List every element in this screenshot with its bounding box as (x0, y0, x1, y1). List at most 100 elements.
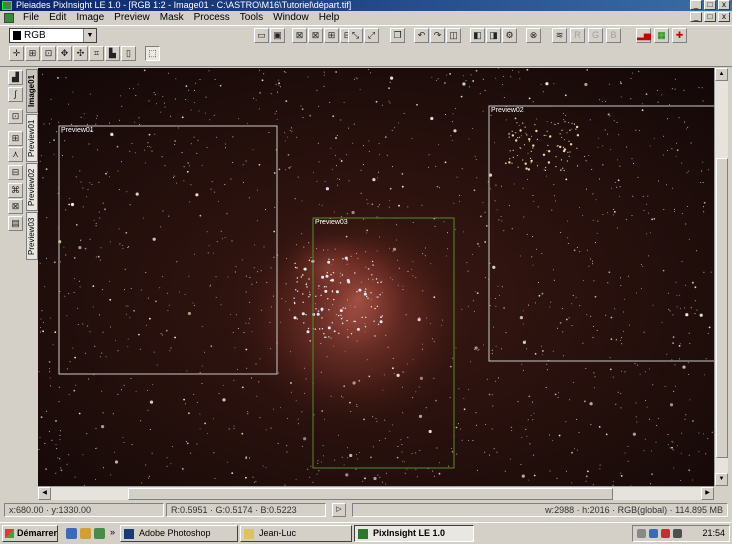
network-icon[interactable] (637, 529, 646, 538)
mask-settings-icon[interactable]: ⚙ (502, 28, 517, 43)
minimize-button[interactable]: _ (690, 0, 702, 10)
chevron-down-icon[interactable]: ▼ (83, 29, 96, 42)
mask-invert-icon[interactable]: ◨ (486, 28, 501, 43)
vertical-scroll-thumb[interactable] (716, 158, 728, 458)
script-tool-icon[interactable]: ▤ (8, 216, 23, 231)
main-toolbar: RGB ▼ ✛ ⊞ ⊡ ✥ ✣ ⌗ ▙ ▯ ⬚ ▭ ▣ ⊠ ⊠ ⊞ ⊟ ⤡ ⤢ … (0, 25, 732, 67)
windows-logo-icon (5, 529, 14, 538)
filter-tool-icon[interactable]: ⊠ (8, 199, 23, 214)
menu-help[interactable]: Help (314, 11, 345, 25)
color-calibration-icon[interactable]: ✚ (672, 28, 687, 43)
media-icon[interactable] (80, 528, 91, 539)
task-pixinsight-label: PixInsight LE 1.0 (373, 528, 446, 538)
image-info: w:2988 · h:2016 · RGB(global) · 114.895 … (352, 503, 728, 517)
status-bar: x:680.00 · y:1330.00 R:0.5951 · G:0.5174… (0, 500, 732, 520)
readout-play-icon[interactable]: ▷ (332, 503, 346, 517)
scroll-up-icon[interactable]: ▲ (715, 68, 728, 81)
tab-preview01[interactable]: Preview01 (26, 114, 38, 162)
doc-close-button[interactable]: x (718, 12, 730, 22)
quicklaunch-more-icon[interactable]: » (110, 527, 115, 537)
tab-preview02[interactable]: Preview02 (26, 163, 38, 211)
clock: 21:54 (702, 528, 725, 538)
history-icon[interactable]: ◫ (446, 28, 461, 43)
taskbar: Démarrer » Adobe Photoshop Jean-Luc PixI… (0, 522, 732, 544)
doc-restore-button[interactable]: □ (704, 12, 716, 22)
shield-icon[interactable] (649, 529, 658, 538)
curves-tool-icon[interactable]: ∫ (8, 87, 23, 102)
page-tool-icon[interactable]: ▯ (121, 46, 136, 61)
color-space-value: RGB (24, 30, 46, 41)
wavelet-tool-icon[interactable]: ⌘ (8, 183, 23, 198)
channel-r-toggle[interactable]: R (570, 28, 585, 43)
rotate-tool-icon[interactable]: ✣ (73, 46, 88, 61)
menu-process[interactable]: Process (189, 11, 235, 25)
full-view-icon[interactable]: ⤢ (364, 28, 379, 43)
menu-tools[interactable]: Tools (235, 11, 268, 25)
preview-select-tool-icon[interactable]: ⬚ (145, 46, 160, 61)
histogram-tool-icon[interactable]: ▟ (8, 70, 23, 85)
menu-image[interactable]: Image (71, 11, 109, 25)
crop-tool-icon[interactable]: ⌗ (89, 46, 104, 61)
levels-tool-icon[interactable]: ▙ (105, 46, 120, 61)
tab-preview03[interactable]: Preview03 (26, 212, 38, 260)
desktop-icon[interactable] (94, 528, 105, 539)
task-photoshop[interactable]: Adobe Photoshop (120, 525, 238, 542)
scroll-left-icon[interactable]: ◀ (38, 487, 51, 500)
left-toolbar: ▟ ∫ ⊡ ⊞ ⋏ ⊟ ⌘ ⊠ ▤ (0, 67, 26, 231)
task-jean-luc-label: Jean-Luc (259, 528, 297, 538)
color-grid-icon[interactable]: ▦ (654, 28, 669, 43)
mask-new-icon[interactable]: ◧ (470, 28, 485, 43)
channel-b-toggle[interactable]: B (606, 28, 621, 43)
zoom-in-icon[interactable]: ⊞ (324, 28, 339, 43)
document-icon[interactable] (4, 13, 14, 23)
duplicate-window-icon[interactable]: ▣ (270, 28, 285, 43)
window-title-bar[interactable]: Pleiades PixInsight LE 1.0 - [RGB 1:2 - … (0, 0, 732, 11)
zoom-1-2-icon[interactable]: ⊠ (308, 28, 323, 43)
transform-tool-icon[interactable]: ⊞ (8, 131, 23, 146)
scroll-down-icon[interactable]: ▼ (715, 473, 728, 486)
menu-window[interactable]: Window (268, 11, 314, 25)
doc-minimize-button[interactable]: _ (690, 12, 702, 22)
new-window-icon[interactable]: ▭ (254, 28, 269, 43)
zoom-tool-icon[interactable]: ⊡ (41, 46, 56, 61)
menu-edit[interactable]: Edit (44, 11, 71, 25)
horizontal-scrollbar[interactable]: ◀ ▶ (38, 486, 714, 500)
channel-g-toggle[interactable]: G (588, 28, 603, 43)
menu-preview[interactable]: Preview (109, 11, 155, 25)
grid-tool-icon[interactable]: ⊟ (8, 165, 23, 180)
histogram-icon[interactable]: ▂▅ (636, 28, 651, 43)
task-pixinsight[interactable]: PixInsight LE 1.0 (354, 525, 474, 542)
zoom-1-1-icon[interactable]: ⊠ (292, 28, 307, 43)
close-button[interactable]: x (718, 0, 730, 10)
menu-file[interactable]: File (18, 11, 44, 25)
vertical-scrollbar[interactable]: ▲ ▼ (714, 68, 728, 486)
scroll-right-icon[interactable]: ▶ (701, 487, 714, 500)
stf-icon[interactable]: ≋ (552, 28, 567, 43)
fit-view-icon[interactable]: ⤡ (348, 28, 363, 43)
browser-icon[interactable] (66, 528, 77, 539)
redo-icon[interactable]: ↷ (430, 28, 445, 43)
image-viewport[interactable]: Preview01 Preview02 Preview03 (38, 68, 714, 486)
pixinsight-icon (358, 529, 368, 539)
pixel-values: R:0.5951 · G:0.5174 · B:0.5223 (166, 503, 326, 517)
undo-icon[interactable]: ↶ (414, 28, 429, 43)
pan-tool-icon[interactable]: ✥ (57, 46, 72, 61)
maximize-button[interactable]: □ (704, 0, 716, 10)
horizontal-scroll-thumb[interactable] (128, 488, 613, 500)
color-swatch-icon (13, 31, 21, 40)
menu-mask[interactable]: Mask (155, 11, 189, 25)
crosshair-tool-icon[interactable]: ✛ (9, 46, 24, 61)
process-icon[interactable]: ❐ (390, 28, 405, 43)
antivirus-icon[interactable] (661, 529, 670, 538)
preview02-label: Preview02 (491, 107, 524, 114)
volume-icon[interactable] (673, 529, 682, 538)
tab-image01[interactable]: Image01 (26, 69, 38, 113)
start-button[interactable]: Démarrer (2, 525, 58, 542)
task-jean-luc[interactable]: Jean-Luc (240, 525, 352, 542)
mask-remove-icon[interactable]: ⊗ (526, 28, 541, 43)
statistics-tool-icon[interactable]: ⊡ (8, 109, 23, 124)
star-tool-icon[interactable]: ⋏ (8, 147, 23, 162)
zoom-fit-icon[interactable]: ⊞ (25, 46, 40, 61)
color-space-select[interactable]: RGB ▼ (9, 28, 97, 43)
view-tabs: Image01 Preview01 Preview02 Preview03 (26, 67, 38, 267)
